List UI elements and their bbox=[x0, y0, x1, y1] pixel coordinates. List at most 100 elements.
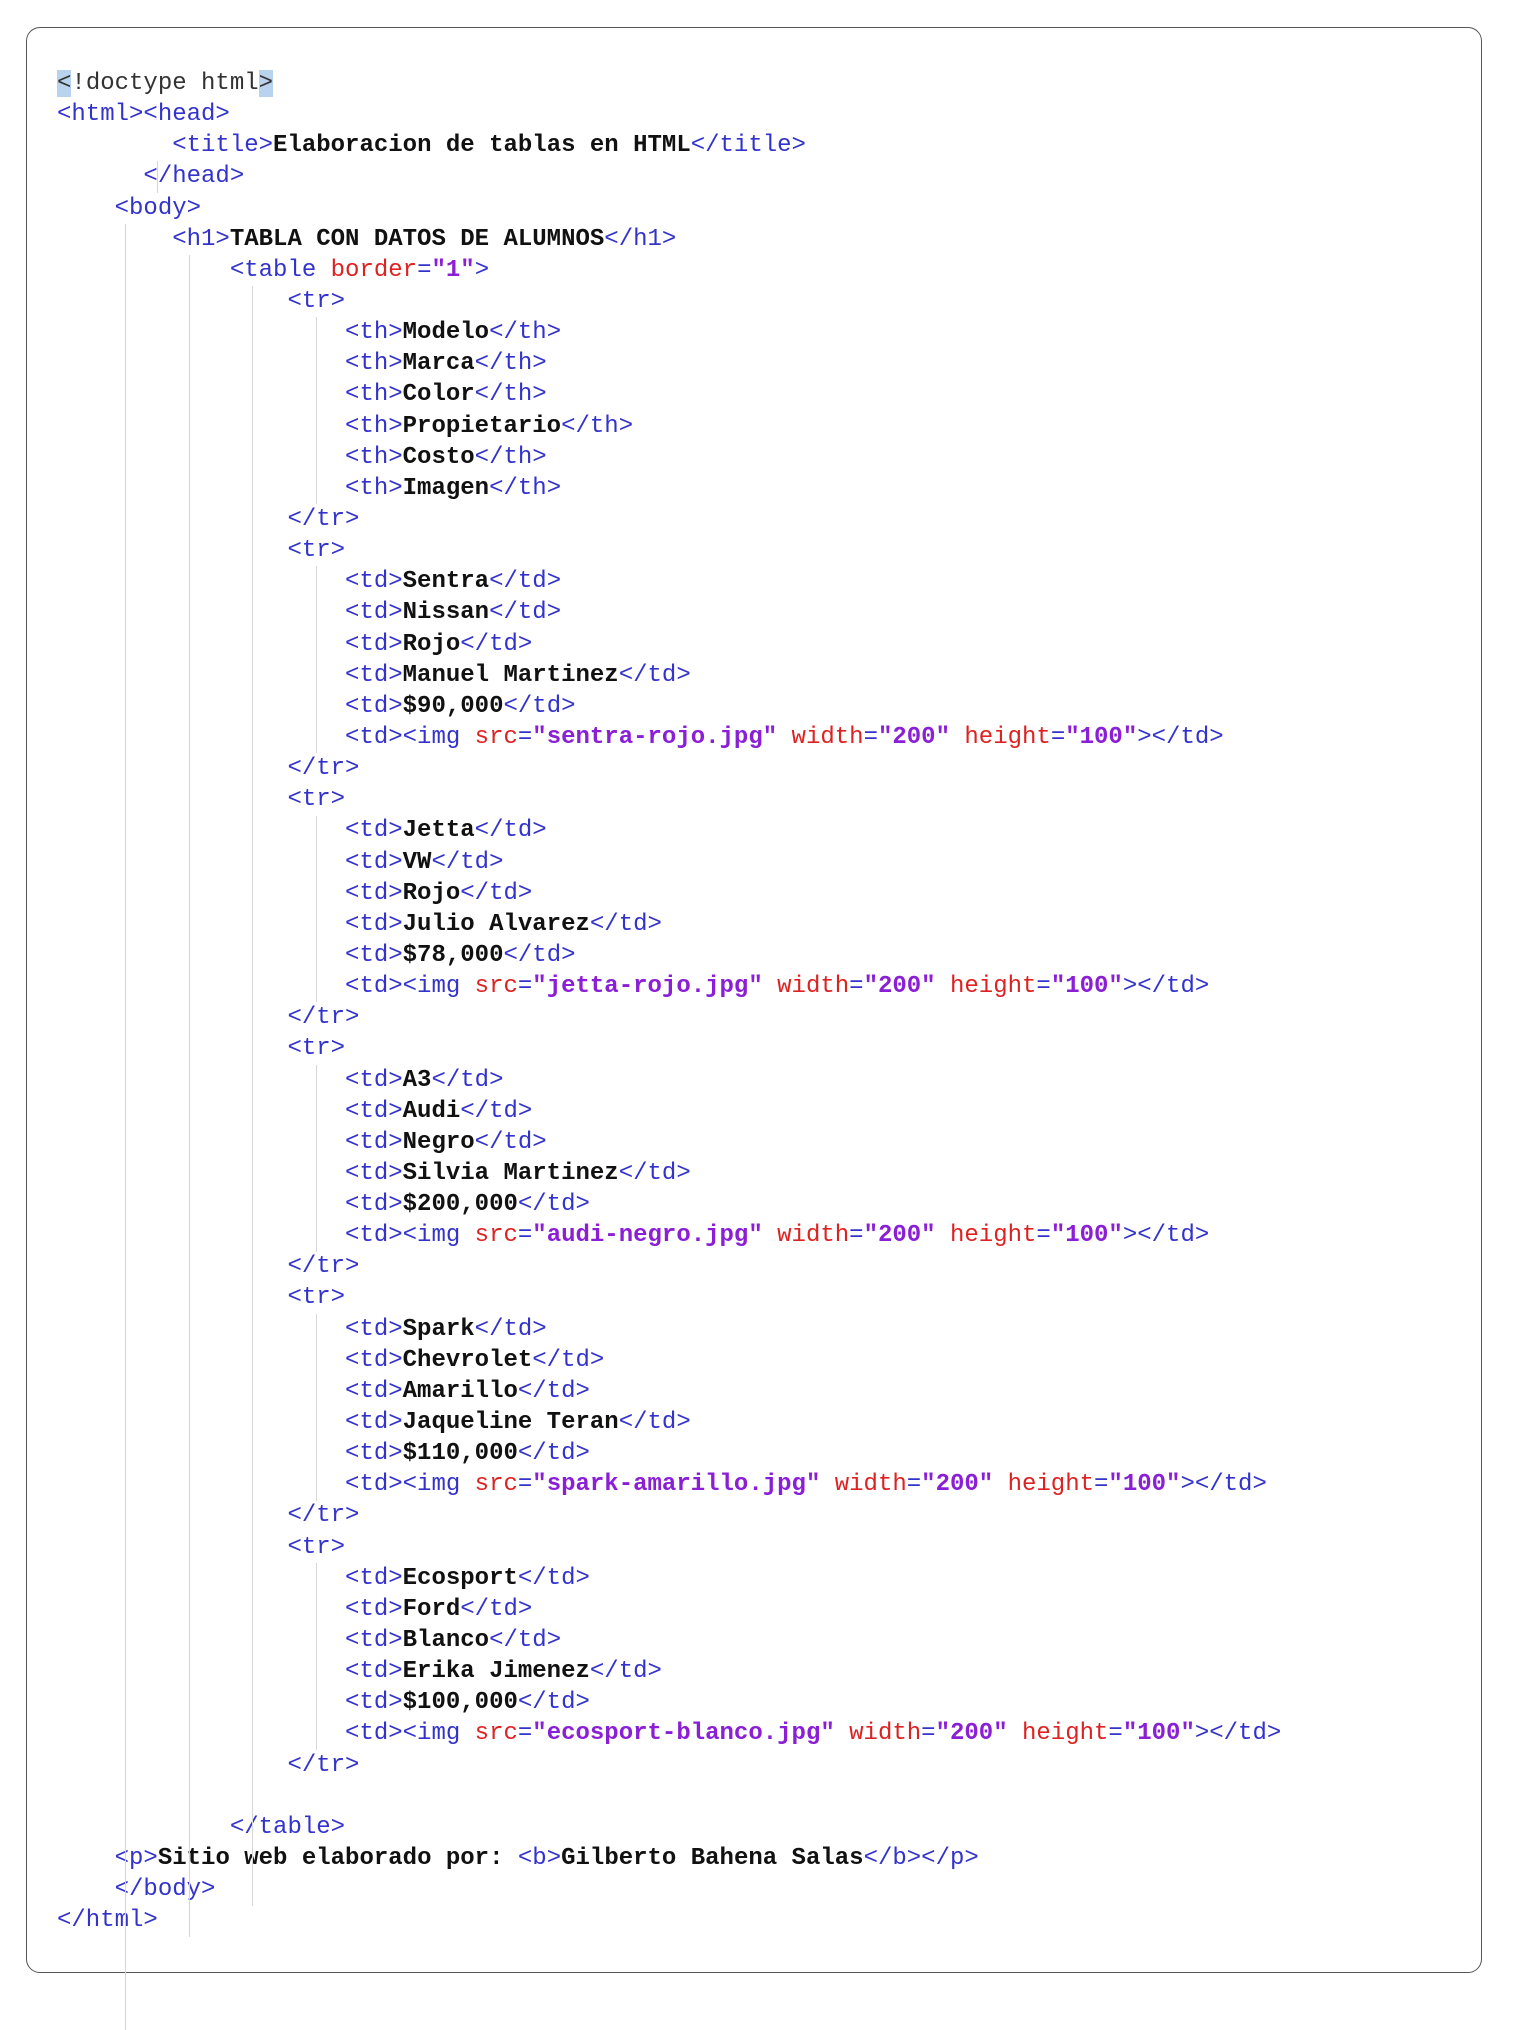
code-tag: <th> bbox=[345, 350, 403, 378]
code-attribute: height bbox=[949, 1222, 1037, 1250]
indent-guide bbox=[188, 254, 190, 1937]
code-line: <td>$90,000</td> bbox=[57, 691, 1281, 722]
code-line: <td><img src="jetta-rojo.jpg" width="200… bbox=[57, 971, 1281, 1002]
code-line: <td>Audi</td> bbox=[57, 1096, 1281, 1127]
code-line: <title>Elaboracion de tablas en HTML</ti… bbox=[57, 130, 1281, 161]
code-text: Spark bbox=[402, 1315, 475, 1343]
code-tag: </td> bbox=[589, 910, 662, 938]
code-line: </tr> bbox=[57, 753, 1281, 784]
code-tag: <td> bbox=[345, 1191, 403, 1219]
selected-bracket: > bbox=[258, 70, 274, 97]
code-tag: </td> bbox=[489, 1627, 562, 1655]
code-text: TABLA CON DATOS DE ALUMNOS bbox=[229, 225, 605, 253]
code-text: Rojo bbox=[402, 879, 461, 907]
code-tag: ></td> bbox=[1180, 1471, 1267, 1499]
code-tag: = bbox=[517, 1720, 533, 1748]
code-line: <td>Manuel Martinez</td> bbox=[57, 660, 1281, 691]
code-value: "100" bbox=[1050, 973, 1123, 1001]
code-tag: <tr> bbox=[287, 786, 346, 814]
code-tag: = bbox=[517, 973, 533, 1001]
code-value: "100" bbox=[1108, 1471, 1181, 1499]
code-tag: = bbox=[517, 1222, 533, 1250]
code-value: "200" bbox=[935, 1720, 1008, 1748]
indent-guide bbox=[316, 815, 318, 1003]
code-tag: </td> bbox=[517, 1564, 590, 1592]
code-line: <p>Sitio web elaborado por: <b>Gilberto … bbox=[57, 1843, 1281, 1874]
code-line: <tr> bbox=[57, 1532, 1281, 1563]
code-tag: <td> bbox=[345, 879, 403, 907]
code-line: <!doctype html> bbox=[57, 68, 1281, 99]
code-text: Amarillo bbox=[402, 1377, 518, 1405]
code-tag: <td> bbox=[345, 599, 403, 627]
code-editor[interactable]: <!doctype html> <html><head> <title>Elabo… bbox=[57, 68, 1281, 2030]
code-tag: </th> bbox=[474, 381, 547, 409]
code-attribute: width bbox=[777, 973, 850, 1001]
code-line: <td>A3</td> bbox=[57, 1065, 1281, 1096]
code-text: $90,000 bbox=[402, 692, 504, 720]
code-value: "ecosport-blanco.jpg" bbox=[532, 1720, 835, 1748]
code-text: Rojo bbox=[402, 630, 461, 658]
code-line: <tr> bbox=[57, 535, 1281, 566]
code-line: <td>Erika Jimenez</td> bbox=[57, 1656, 1281, 1687]
code-tag: > bbox=[474, 256, 490, 284]
code-attribute: src bbox=[474, 1471, 518, 1499]
code-line: <td>Silvia Martinez</td> bbox=[57, 1158, 1281, 1189]
indent-guide bbox=[316, 1563, 318, 1751]
code-text: Costo bbox=[402, 443, 475, 471]
code-line: </body> bbox=[57, 1874, 1281, 1905]
code-text: VW bbox=[402, 848, 432, 876]
code-tag: </tr> bbox=[287, 755, 360, 783]
code-line: <td><img src="sentra-rojo.jpg" width="20… bbox=[57, 722, 1281, 753]
code-tag: </td> bbox=[460, 879, 533, 907]
code-tag: <tr> bbox=[287, 537, 346, 565]
code-tag: <td> bbox=[345, 910, 403, 938]
code-text: Silvia Martinez bbox=[402, 1159, 619, 1187]
code-tag: </th> bbox=[489, 474, 562, 502]
doctype-token: ! bbox=[71, 70, 86, 97]
code-text: $200,000 bbox=[402, 1191, 518, 1219]
code-tag: <td><img bbox=[345, 723, 475, 751]
code-text: Blanco bbox=[402, 1627, 490, 1655]
code-line: <tr> bbox=[57, 1033, 1281, 1064]
code-attribute: src bbox=[474, 1720, 518, 1748]
code-tag: <tr> bbox=[287, 1533, 346, 1561]
code-text: $100,000 bbox=[402, 1689, 518, 1717]
code-tag: = bbox=[1036, 1222, 1051, 1250]
code-tag: </td> bbox=[618, 661, 691, 689]
code-text: Propietario bbox=[402, 412, 562, 440]
code-tag: </table> bbox=[229, 1813, 346, 1841]
code-line: </html> bbox=[57, 1905, 1281, 1936]
code-tag: <td> bbox=[345, 1128, 403, 1156]
code-tag: </html> bbox=[57, 1907, 158, 1935]
code-line: <tr> bbox=[57, 784, 1281, 815]
code-text: Ecosport bbox=[402, 1564, 518, 1592]
code-value: "200" bbox=[921, 1471, 994, 1499]
code-line: <td>Spark</td> bbox=[57, 1314, 1281, 1345]
code-tag: <body> bbox=[114, 194, 202, 222]
code-tag: </title> bbox=[690, 132, 806, 160]
code-attribute: src bbox=[474, 973, 518, 1001]
code-tag: </body> bbox=[114, 1876, 216, 1904]
selected-bracket: < bbox=[57, 70, 72, 97]
code-line: </table> bbox=[57, 1812, 1281, 1843]
code-tag: <td> bbox=[345, 1564, 403, 1592]
code-value: "jetta-rojo.jpg" bbox=[532, 973, 763, 1001]
code-tag: = bbox=[517, 723, 533, 751]
code-attribute: height bbox=[1022, 1720, 1109, 1748]
code-tag: <td> bbox=[345, 848, 403, 876]
code-line: <td>Rojo</td> bbox=[57, 878, 1281, 909]
code-tag: = bbox=[1108, 1720, 1123, 1748]
code-tag: </th> bbox=[474, 350, 547, 378]
code-line: <td>$200,000</td> bbox=[57, 1189, 1281, 1220]
code-text: Audi bbox=[402, 1097, 461, 1125]
code-tag: <td><img bbox=[345, 1222, 475, 1250]
code-tag: </th> bbox=[474, 443, 547, 471]
code-line: <td>$110,000</td> bbox=[57, 1438, 1281, 1469]
code-tag bbox=[777, 724, 791, 751]
code-tag: <tr> bbox=[287, 287, 346, 315]
code-tag: <th> bbox=[345, 474, 403, 502]
code-line: <th>Modelo</th> bbox=[57, 317, 1281, 348]
code-tag: <title> bbox=[172, 132, 274, 160]
code-tag: </tr> bbox=[287, 1253, 360, 1281]
indent-guide bbox=[252, 286, 254, 1906]
